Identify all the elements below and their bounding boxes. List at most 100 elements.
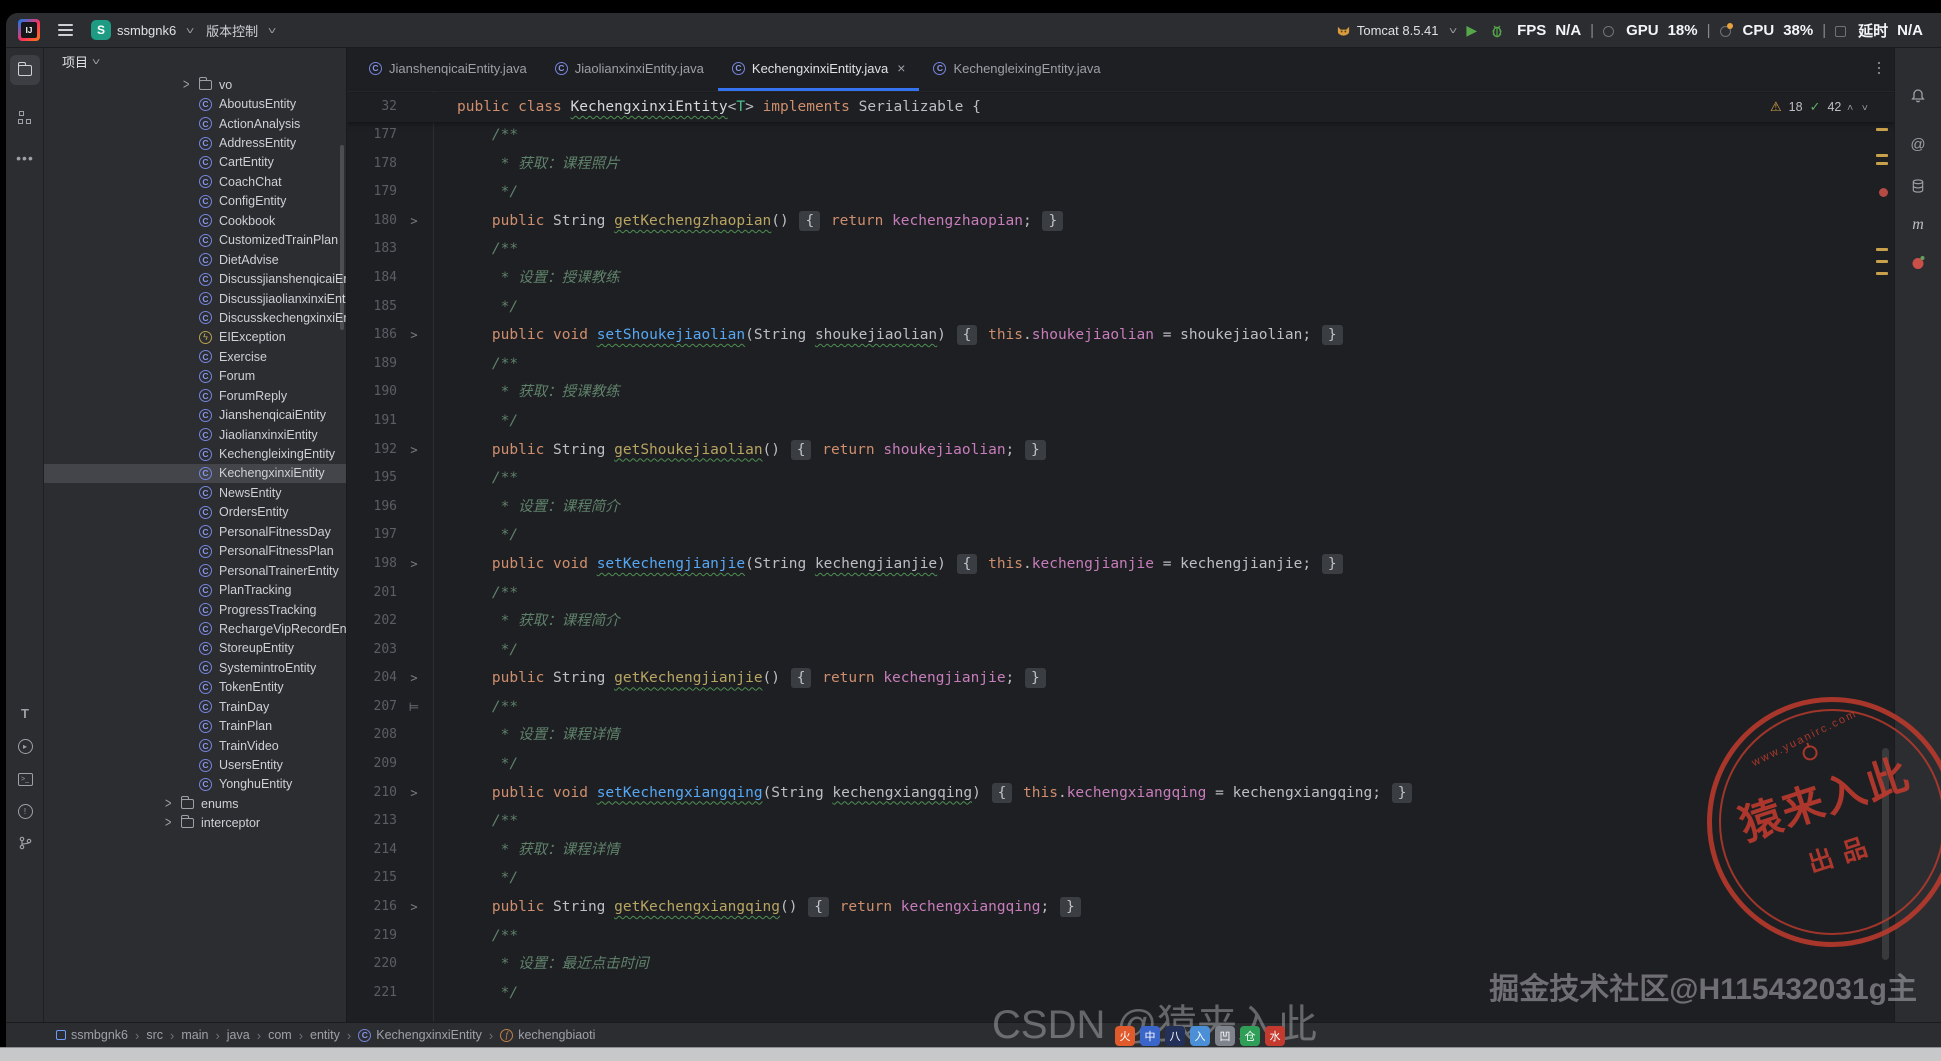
- line-number[interactable]: 214: [347, 836, 397, 865]
- tree-item-TokenEntity[interactable]: C TokenEntity: [44, 678, 346, 697]
- code-line[interactable]: 219 /**: [347, 922, 1894, 951]
- line-number[interactable]: 207: [347, 693, 397, 722]
- tree-item-KechengleixingEntity[interactable]: C KechengleixingEntity: [44, 444, 346, 463]
- gut-icon[interactable]: [397, 464, 431, 493]
- tree-item-JianshenqicaiEntity[interactable]: C JianshenqicaiEntity: [44, 405, 346, 424]
- debug-button[interactable]: [1489, 23, 1505, 39]
- gut-icon[interactable]: [397, 521, 431, 550]
- code-line[interactable]: 189 /**: [347, 350, 1894, 379]
- run-config-selector[interactable]: Tomcat 8.5.41 >: [1336, 23, 1459, 38]
- warning-stripe-mark[interactable]: [1876, 162, 1888, 165]
- project-tool-button[interactable]: [10, 55, 40, 85]
- fold-arrow-icon[interactable]: >: [397, 321, 431, 350]
- gut-icon[interactable]: [397, 864, 431, 893]
- inspections-widget[interactable]: ⚠ 18 ✓ 42 > >: [1770, 93, 1870, 122]
- tree-item-OrdersEntity[interactable]: C OrdersEntity: [44, 503, 346, 522]
- run-button[interactable]: ▶: [1466, 22, 1477, 39]
- gut-icon[interactable]: [397, 493, 431, 522]
- line-number[interactable]: 184: [347, 264, 397, 293]
- plugin-button[interactable]: [1912, 256, 1925, 269]
- tree-item-PersonalTrainerEntity[interactable]: C PersonalTrainerEntity: [44, 561, 346, 580]
- gut-icon[interactable]: [397, 721, 431, 750]
- ai-assistant-button[interactable]: @: [1910, 136, 1925, 153]
- line-number[interactable]: 203: [347, 636, 397, 665]
- tab-KechengleixingEntity.java[interactable]: C KechengleixingEntity.java: [919, 48, 1114, 91]
- line-number[interactable]: 180: [347, 207, 397, 236]
- git-tool-button[interactable]: [10, 828, 40, 858]
- close-icon[interactable]: ×: [897, 60, 905, 76]
- tree-item-CustomizedTrainPlan[interactable]: C CustomizedTrainPlan: [44, 231, 346, 250]
- breadcrumb-item-KechengxinxiEntity[interactable]: C KechengxinxiEntity: [358, 1028, 482, 1042]
- gut-icon[interactable]: [397, 950, 431, 979]
- code-line[interactable]: 32 public class KechengxinxiEntity<T> im…: [347, 93, 1894, 122]
- tab-JiaolianxinxiEntity.java[interactable]: C JiaolianxinxiEntity.java: [541, 48, 718, 91]
- tree-item-KechengxinxiEntity[interactable]: C KechengxinxiEntity: [44, 463, 346, 484]
- tree-item-TrainVideo[interactable]: C TrainVideo: [44, 736, 346, 755]
- gut-icon[interactable]: [397, 378, 431, 407]
- line-number[interactable]: 220: [347, 950, 397, 979]
- line-number[interactable]: 186: [347, 321, 397, 350]
- gut-icon[interactable]: [397, 750, 431, 779]
- tree-item-TrainPlan[interactable]: C TrainPlan: [44, 716, 346, 735]
- line-number[interactable]: 185: [347, 293, 397, 322]
- code-line[interactable]: 208 * 设置：课程详情: [347, 721, 1894, 750]
- terminal-tool-button[interactable]: >_: [10, 764, 40, 794]
- line-number[interactable]: 198: [347, 550, 397, 579]
- problems-tool-button[interactable]: !: [10, 796, 40, 826]
- line-number[interactable]: 183: [347, 235, 397, 264]
- warning-stripe-mark[interactable]: [1876, 248, 1888, 251]
- code-line[interactable]: 191 */: [347, 407, 1894, 436]
- warning-stripe-mark[interactable]: [1876, 128, 1888, 131]
- code-line[interactable]: 201 /**: [347, 579, 1894, 608]
- tree-item-YonghuEntity[interactable]: C YonghuEntity: [44, 775, 346, 794]
- line-number[interactable]: 204: [347, 664, 397, 693]
- fold-arrow-icon[interactable]: >: [397, 207, 431, 236]
- gut-icon[interactable]: [397, 293, 431, 322]
- code-line[interactable]: 195 /**: [347, 464, 1894, 493]
- code-line[interactable]: 177 /**: [347, 121, 1894, 150]
- line-number[interactable]: 209: [347, 750, 397, 779]
- main-menu-icon[interactable]: [58, 29, 73, 31]
- tree-item-PlanTracking[interactable]: C PlanTracking: [44, 580, 346, 599]
- code-line[interactable]: 204 > public String getKechengjianjie() …: [347, 664, 1894, 693]
- line-number[interactable]: 221: [347, 979, 397, 1008]
- tree-item-TrainDay[interactable]: C TrainDay: [44, 697, 346, 716]
- fold-arrow-icon[interactable]: >: [397, 436, 431, 465]
- gut-icon[interactable]: [397, 121, 431, 150]
- maven-button[interactable]: m: [1912, 216, 1924, 234]
- vcs-widget[interactable]: 版本控制 >: [206, 21, 279, 40]
- gut-icon[interactable]: [397, 979, 431, 1008]
- breadcrumb-item-java[interactable]: java: [227, 1028, 250, 1042]
- tree-item-vo[interactable]: > vo: [44, 75, 346, 94]
- gut-icon[interactable]: [397, 636, 431, 665]
- code-line[interactable]: 180 > public String getKechengzhaopian()…: [347, 207, 1894, 236]
- tree-scrollbar[interactable]: [340, 145, 344, 330]
- tree-item-CartEntity[interactable]: C CartEntity: [44, 153, 346, 172]
- tree-item-RechargeVipRecordEntity[interactable]: C RechargeVipRecordEntity: [44, 619, 346, 638]
- tree-item-DiscussjiaolianxinxiEntity[interactable]: C DiscussjiaolianxinxiEntity: [44, 289, 346, 308]
- breadcrumb-item-com[interactable]: com: [268, 1028, 292, 1042]
- line-number[interactable]: 202: [347, 607, 397, 636]
- services-tool-button[interactable]: ▸: [10, 731, 40, 761]
- tree-item-Exercise[interactable]: C Exercise: [44, 347, 346, 366]
- line-number[interactable]: 210: [347, 779, 397, 808]
- code-line[interactable]: 213 /**: [347, 807, 1894, 836]
- line-number[interactable]: 178: [347, 150, 397, 179]
- code-line[interactable]: 216 > public String getKechengxiangqing(…: [347, 893, 1894, 922]
- code-line[interactable]: 196 * 设置：课程简介: [347, 493, 1894, 522]
- gut-icon[interactable]: [397, 350, 431, 379]
- code-line[interactable]: 183 /**: [347, 235, 1894, 264]
- gut-icon[interactable]: [397, 178, 431, 207]
- tree-item-NewsEntity[interactable]: C NewsEntity: [44, 483, 346, 502]
- tree-item-ProgressTracking[interactable]: C ProgressTracking: [44, 600, 346, 619]
- line-number[interactable]: 177: [347, 121, 397, 150]
- tree-item-ConfigEntity[interactable]: C ConfigEntity: [44, 192, 346, 211]
- code-line[interactable]: 186 > public void setShoukejiaolian(Stri…: [347, 321, 1894, 350]
- fold-arrow-icon[interactable]: >: [397, 550, 431, 579]
- line-number[interactable]: 32: [347, 93, 397, 122]
- gut-icon[interactable]: [397, 235, 431, 264]
- line-number[interactable]: 197: [347, 521, 397, 550]
- tree-item-ForumReply[interactable]: C ForumReply: [44, 386, 346, 405]
- code-line[interactable]: 198 > public void setKechengjianjie(Stri…: [347, 550, 1894, 579]
- gut-icon[interactable]: [397, 579, 431, 608]
